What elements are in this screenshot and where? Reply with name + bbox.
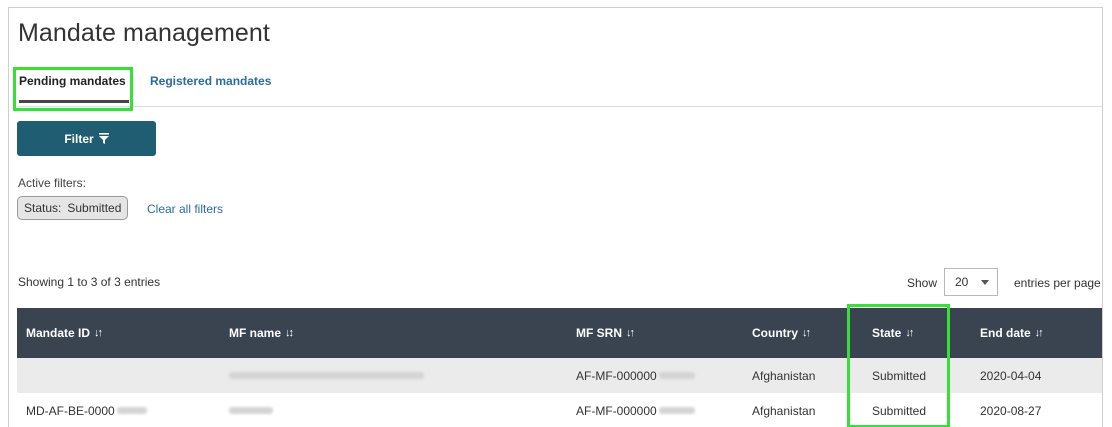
country-cell: Afghanistan [752, 368, 816, 383]
funnel-icon [98, 133, 109, 144]
table-row[interactable]: MD-AF-BE-0000 AF-MF-000000 Afghanistan S… [17, 393, 1102, 427]
country-cell: Afghanistan [752, 403, 816, 418]
page-frame: Mandate management Pending mandates Regi… [8, 7, 1103, 427]
sort-icon: ↓↑ [626, 327, 635, 339]
filter-button-label: Filter [64, 131, 94, 146]
column-header-mf-name[interactable]: MF name ↓↕ [229, 308, 294, 358]
tab-pending-mandates[interactable]: Pending mandates [19, 74, 129, 103]
entries-info: Showing 1 to 3 of 3 entries [18, 275, 161, 289]
active-filters-label: Active filters: [18, 176, 87, 190]
page-size-value: 20 [955, 275, 969, 289]
status-filter-chip[interactable]: Status: Submitted [17, 196, 129, 220]
sort-icon: ↓↑ [94, 327, 103, 339]
column-header-mandate-id[interactable]: Mandate ID ↓↑ [26, 308, 103, 358]
column-header-mf-srn[interactable]: MF SRN ↓↑ [576, 308, 635, 358]
sort-alpha-icon: ↓↕ [285, 327, 294, 339]
table-header: Mandate ID ↓↑ MF name ↓↕ MF SRN ↓↑ Country ↓… [17, 308, 1102, 358]
tab-registered-label: Registered mandates [150, 74, 272, 88]
mf-srn-value: AF-MF-000000 [576, 368, 657, 383]
end-date-cell: 2020-08-27 [980, 403, 1042, 418]
chevron-down-icon [981, 279, 989, 285]
filter-button[interactable]: Filter [17, 121, 156, 156]
sort-icon: ↓↑ [1034, 327, 1044, 339]
mandates-table: Mandate ID ↓↑ MF name ↓↕ MF SRN ↓↑ Country ↓… [17, 308, 1102, 427]
chip-value: Submitted [67, 201, 122, 215]
redacted-text [658, 407, 695, 414]
column-label: MF SRN [576, 326, 622, 340]
sort-icon: ↓↑ [905, 327, 914, 339]
active-tab-underline [19, 100, 129, 103]
state-cell: Submitted [872, 403, 927, 418]
mf-name-cell [229, 358, 424, 393]
redacted-text [658, 372, 695, 379]
redacted-text [229, 372, 424, 379]
tab-registered-mandates[interactable]: Registered mandates [150, 74, 271, 88]
sort-icon: ↓↑ [802, 327, 811, 339]
mf-srn-value: AF-MF-000000 [576, 403, 657, 418]
table-row[interactable]: AF-MF-000000 Afghanistan Submitted 2020-… [17, 358, 1102, 393]
column-header-end-date[interactable]: End date ↓↑ [980, 308, 1044, 358]
column-label: Country [752, 326, 798, 340]
mf-name-cell [229, 393, 273, 427]
redacted-text [229, 407, 273, 414]
tab-bar: Pending mandates Registered mandates [17, 74, 1102, 107]
mandate-id-value: MD-AF-BE-0000 [26, 403, 115, 418]
page-title: Mandate management [18, 19, 270, 47]
column-label: MF name [229, 326, 282, 340]
mandate-id-cell: MD-AF-BE-0000 [26, 393, 147, 427]
column-label: Mandate ID [26, 326, 91, 340]
mf-srn-cell: AF-MF-000000 [576, 393, 695, 427]
column-header-country[interactable]: Country ↓↑ [752, 308, 811, 358]
state-cell: Submitted [872, 368, 927, 383]
page-size-select[interactable]: 20 [944, 268, 998, 296]
end-date-cell: 2020-04-04 [980, 368, 1042, 383]
chip-key: Status: [24, 201, 62, 215]
tab-pending-label: Pending mandates [19, 74, 126, 88]
per-page-label: entries per page [1014, 276, 1101, 290]
column-label: End date [980, 326, 1031, 340]
mf-srn-cell: AF-MF-000000 [576, 358, 695, 393]
redacted-text [116, 407, 147, 414]
column-label: State [872, 326, 902, 340]
show-label: Show [907, 276, 938, 290]
column-header-state[interactable]: State ↓↑ [872, 308, 914, 358]
clear-all-filters-link[interactable]: Clear all filters [147, 202, 223, 216]
